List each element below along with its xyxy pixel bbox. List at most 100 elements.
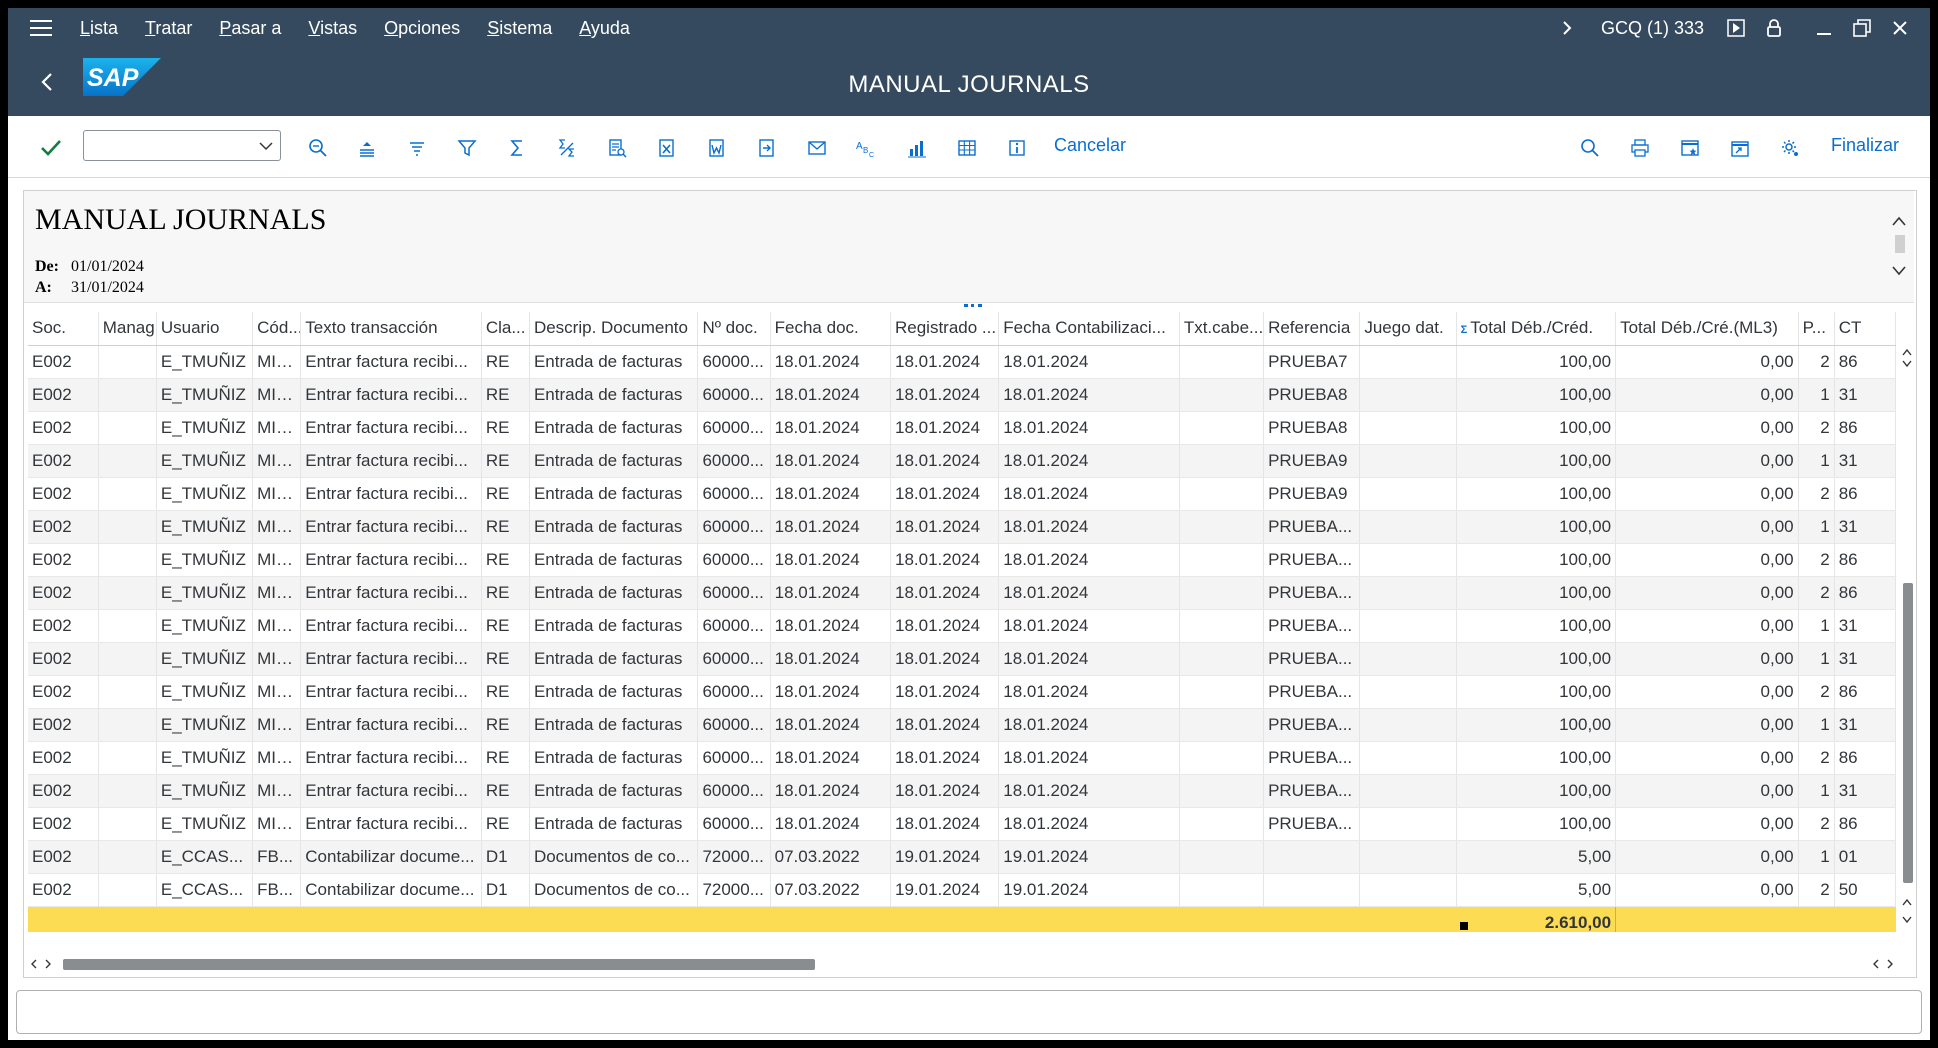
col-manager-cell[interactable] [98, 708, 157, 742]
col-referencia-cell[interactable]: PRUEBA... [1263, 609, 1361, 643]
col-registrado-cell[interactable]: 18.01.2024 [890, 642, 1000, 676]
col-texto-transaccion-cell[interactable]: Entrar factura recibi... [300, 543, 482, 577]
col-referencia-cell[interactable]: PRUEBA... [1263, 807, 1361, 841]
col-txt-cabecera-cell[interactable] [1179, 345, 1265, 379]
restore-icon[interactable] [1850, 16, 1874, 40]
confirm-check-icon[interactable] [39, 136, 63, 160]
col-usuario-cell[interactable]: E_CCAS... [156, 840, 254, 874]
col-num-doc-cell[interactable]: 60000... [697, 609, 771, 643]
print-icon[interactable] [1628, 136, 1652, 160]
col-posicion-cell[interactable]: 1 [1798, 840, 1835, 874]
grid-horizontal-scrollbar[interactable] [28, 955, 1898, 973]
col-clase-cell[interactable]: RE [481, 543, 530, 577]
menu-opciones[interactable]: Opciones [384, 18, 460, 39]
col-registrado-cell[interactable]: 18.01.2024 [890, 741, 1000, 775]
col-cod-cell[interactable]: MIR... [252, 675, 302, 709]
col-total-deb-cred-cell[interactable]: 100,00 [1456, 543, 1617, 577]
menu-lista[interactable]: Lista [80, 18, 118, 39]
col-registrado-cell[interactable]: 18.01.2024 [890, 543, 1000, 577]
system-info[interactable]: GCQ (1) 333 [1601, 18, 1704, 39]
col-texto-transaccion-cell[interactable]: Entrar factura recibi... [300, 444, 482, 478]
col-total-deb-cred-cell[interactable]: 100,00 [1456, 345, 1617, 379]
table-row[interactable]: E002 E_TMUÑIZ MIR... Entrar factura recibi.… [28, 378, 1896, 412]
col-manager-header[interactable]: Manag... [98, 312, 157, 346]
col-clase-cell[interactable]: RE [481, 708, 530, 742]
col-ct-cell[interactable]: 86 [1834, 807, 1896, 841]
col-manager-cell[interactable] [98, 378, 157, 412]
col-soc-cell[interactable]: E002 [28, 543, 99, 577]
col-txt-cabecera-cell[interactable] [1179, 708, 1265, 742]
col-soc-cell[interactable]: E002 [28, 642, 99, 676]
col-juego-datos-cell[interactable] [1359, 378, 1457, 412]
col-total-deb-cred-ml3-cell[interactable]: 0,00 [1615, 840, 1799, 874]
col-total-deb-cred-cell[interactable]: 100,00 [1456, 444, 1617, 478]
cancel-button[interactable]: Cancelar [1054, 135, 1126, 156]
new-window-icon[interactable] [1728, 136, 1752, 160]
table-row[interactable]: E002 E_TMUÑIZ MIR... Entrar factura recibi.… [28, 543, 1896, 577]
favorite-window-icon[interactable] [1678, 136, 1702, 160]
col-posicion-cell[interactable]: 2 [1798, 576, 1835, 610]
col-total-deb-cred-cell[interactable]: 100,00 [1456, 708, 1617, 742]
sum-icon[interactable] [505, 136, 529, 160]
col-juego-datos-cell[interactable] [1359, 741, 1457, 775]
col-cod-cell[interactable]: MIR... [252, 642, 302, 676]
table-row[interactable]: E002 E_TMUÑIZ MIR... Entrar factura recibi.… [28, 477, 1896, 511]
col-posicion-cell[interactable]: 1 [1798, 510, 1835, 544]
col-fecha-contabilizacion-cell[interactable]: 18.01.2024 [998, 675, 1180, 709]
col-clase-cell[interactable]: RE [481, 675, 530, 709]
excel-export-icon[interactable] [655, 136, 679, 160]
total-amount-cell[interactable]: 2.610,00 [1456, 906, 1617, 932]
col-manager-cell[interactable] [98, 477, 157, 511]
col-total-deb-cred-cell[interactable]: 100,00 [1456, 477, 1617, 511]
col-usuario-cell[interactable]: E_TMUÑIZ [156, 642, 254, 676]
col-registrado-cell[interactable]: 18.01.2024 [890, 510, 1000, 544]
col-usuario-cell[interactable]: E_TMUÑIZ [156, 345, 254, 379]
col-clase-cell[interactable]: RE [481, 477, 530, 511]
col-fecha-contabilizacion-header[interactable]: Fecha Contabilizaci... [998, 312, 1180, 346]
col-usuario-cell[interactable]: E_TMUÑIZ [156, 444, 254, 478]
col-clase-cell[interactable]: D1 [481, 873, 530, 907]
col-ct-cell[interactable]: 31 [1834, 378, 1896, 412]
menu-tratar[interactable]: Tratar [145, 18, 192, 39]
col-total-deb-cred-ml3-cell[interactable]: 0,00 [1615, 477, 1799, 511]
col-texto-transaccion-cell[interactable]: Entrar factura recibi... [300, 609, 482, 643]
col-manager-cell[interactable] [98, 873, 157, 907]
col-fecha-doc-cell[interactable]: 18.01.2024 [770, 378, 891, 412]
col-total-deb-cred-cell[interactable]: 100,00 [1456, 609, 1617, 643]
col-descrip-documento-cell[interactable]: Entrada de facturas [529, 444, 699, 478]
col-soc-cell[interactable]: E002 [28, 345, 99, 379]
col-ct-cell[interactable]: 31 [1834, 642, 1896, 676]
col-total-deb-cred-ml3-cell[interactable]: 0,00 [1615, 444, 1799, 478]
col-num-doc-cell[interactable]: 60000... [697, 345, 771, 379]
col-txt-cabecera-header[interactable]: Txt.cabe... [1179, 312, 1265, 346]
col-total-deb-cred-header[interactable]: Σ Total Déb./Créd. [1456, 312, 1617, 346]
table-row[interactable]: E002 E_TMUÑIZ MIR... Entrar factura recibi.… [28, 675, 1896, 709]
col-soc-cell[interactable]: E002 [28, 774, 99, 808]
col-txt-cabecera-cell[interactable] [1179, 411, 1265, 445]
menu-sistema[interactable]: Sistema [487, 18, 552, 39]
col-clase-cell[interactable]: RE [481, 807, 530, 841]
col-cod-cell[interactable]: MIR... [252, 444, 302, 478]
col-juego-datos-cell[interactable] [1359, 543, 1457, 577]
col-posicion-cell[interactable]: 2 [1798, 741, 1835, 775]
col-total-deb-cred-ml3-header[interactable]: Total Déb./Cré.(ML3) [1615, 312, 1799, 346]
col-texto-transaccion-cell[interactable]: Entrar factura recibi... [300, 807, 482, 841]
col-juego-datos-cell[interactable] [1359, 510, 1457, 544]
table-row[interactable]: E002 E_TMUÑIZ MIR... Entrar factura recibi.… [28, 411, 1896, 445]
col-cod-cell[interactable]: MIR... [252, 543, 302, 577]
col-fecha-doc-cell[interactable]: 07.03.2022 [770, 840, 891, 874]
col-num-doc-cell[interactable]: 60000... [697, 807, 771, 841]
col-clase-cell[interactable]: RE [481, 345, 530, 379]
col-registrado-cell[interactable]: 18.01.2024 [890, 477, 1000, 511]
vertical-scroll-thumb[interactable] [1903, 583, 1913, 883]
col-total-deb-cred-cell[interactable]: 100,00 [1456, 411, 1617, 445]
col-usuario-cell[interactable]: E_TMUÑIZ [156, 774, 254, 808]
col-total-deb-cred-ml3-cell[interactable]: 0,00 [1615, 609, 1799, 643]
col-registrado-cell[interactable]: 18.01.2024 [890, 444, 1000, 478]
col-num-doc-cell[interactable]: 72000... [697, 873, 771, 907]
col-total-deb-cred-ml3-cell[interactable]: 0,00 [1615, 873, 1799, 907]
col-clase-cell[interactable]: D1 [481, 840, 530, 874]
col-posicion-cell[interactable]: 2 [1798, 807, 1835, 841]
header-scrollbar[interactable] [1884, 191, 1914, 303]
table-row[interactable]: E002 E_TMUÑIZ MIR... Entrar factura recibi.… [28, 576, 1896, 610]
